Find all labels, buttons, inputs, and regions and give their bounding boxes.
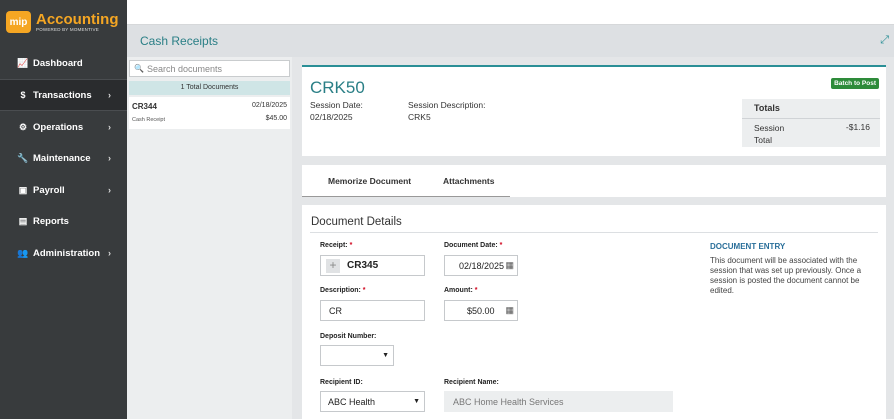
recipient-id-label: Recipient ID:	[320, 379, 363, 386]
page-header: Cash Receipts ⤢	[127, 25, 894, 57]
logo-title: Accounting	[36, 10, 119, 28]
document-id: CR344	[132, 102, 157, 111]
top-bar	[127, 0, 894, 25]
sidebar-item-label: Dashboard	[33, 57, 83, 69]
search-icon: 🔍	[134, 64, 144, 73]
sidebar-item-maintenance[interactable]: 🔧 Maintenance ›	[0, 142, 127, 174]
list-item[interactable]: CR344 02/18/2025 Cash Receipt $45.00	[129, 97, 290, 129]
recipient-name-field: ABC Home Health Services	[444, 391, 673, 412]
tabs-bar: Memorize Document Attachments	[302, 165, 886, 197]
totals-title: Totals	[754, 103, 780, 113]
tab-memorize-document[interactable]: Memorize Document	[328, 176, 411, 186]
document-date-value: 02/18/2025	[459, 260, 505, 271]
document-entry-title: DOCUMENT ENTRY	[710, 242, 786, 251]
chevron-right-icon: ›	[108, 185, 111, 195]
gears-icon: ⚙	[18, 121, 28, 132]
chevron-right-icon: ›	[108, 153, 111, 163]
amount-field[interactable]: $50.00 ▦	[444, 300, 518, 321]
total-documents-label: 1 Total Documents	[129, 81, 290, 95]
caret-down-icon: ▼	[413, 398, 420, 405]
chevron-right-icon: ›	[108, 122, 111, 132]
search-placeholder: Search documents	[146, 63, 223, 74]
amount-value: $50.00	[467, 305, 495, 316]
sidebar-item-label: Reports	[33, 215, 69, 227]
session-date-value: 02/18/2025	[310, 112, 353, 122]
receipt-field[interactable]: + CR345	[320, 255, 425, 276]
caret-down-icon: ▼	[382, 352, 389, 359]
app-logo[interactable]: mip Accounting POWERED BY MOMENTIVE	[0, 0, 127, 44]
recipient-name-label: Recipient Name:	[444, 379, 499, 386]
sidebar-item-label: Payroll	[33, 184, 65, 196]
recipient-name-value: ABC Home Health Services	[453, 396, 564, 407]
document-date-label: Document Date: *	[444, 242, 503, 249]
batch-to-post-button[interactable]: Batch to Post	[831, 78, 879, 89]
sidebar-item-payroll[interactable]: ▣ Payroll ›	[0, 174, 127, 206]
section-title: Document Details	[311, 216, 402, 228]
money-icon: ▣	[18, 184, 28, 195]
document-details-card: Document Details Receipt: * + CR345 Docu…	[302, 205, 886, 419]
calendar-icon[interactable]: ▦	[505, 260, 514, 271]
document-date-field[interactable]: 02/18/2025 ▦	[444, 255, 518, 276]
sidebar-item-label: Administration	[33, 247, 101, 259]
sidebar-item-reports[interactable]: ▤ Reports	[0, 205, 127, 237]
sidebar-item-label: Maintenance	[33, 152, 91, 164]
document-list-panel: 🔍 Search documents 1 Total Documents CR3…	[127, 57, 292, 419]
sidebar-item-administration[interactable]: 👥 Administration ›	[0, 237, 127, 269]
recipient-id-select[interactable]: ABC Health ▼	[320, 391, 425, 412]
chevron-right-icon: ›	[108, 248, 111, 258]
amount-label: Amount: *	[444, 287, 478, 294]
tab-attachments[interactable]: Attachments	[443, 176, 494, 186]
expand-icon[interactable]: ⤢	[880, 34, 889, 47]
recipient-id-value: ABC Health	[328, 396, 376, 407]
document-amount: $45.00	[265, 115, 287, 122]
session-total-value: -$1.16	[845, 122, 870, 132]
sidebar-item-label: Transactions	[33, 89, 92, 101]
users-icon: 👥	[17, 247, 29, 258]
sidebar-item-dashboard[interactable]: 📈 Dashboard	[0, 47, 127, 79]
sidebar: mip Accounting POWERED BY MOMENTIVE 📈 Da…	[0, 0, 127, 419]
dollar-icon: $	[20, 90, 26, 100]
search-input[interactable]: 🔍 Search documents	[129, 60, 290, 77]
receipt-label: Receipt: *	[320, 242, 353, 249]
document-entry-text: This document will be associated with th…	[710, 256, 862, 295]
sidebar-item-label: Operations	[33, 121, 84, 133]
description-field[interactable]: CR	[320, 300, 425, 321]
document-type: Cash Receipt	[132, 117, 166, 123]
session-card: CRK50 Session Date: 02/18/2025 Session D…	[302, 65, 886, 156]
plus-icon[interactable]: +	[326, 258, 340, 273]
description-value: CR	[329, 305, 342, 316]
sidebar-item-transactions[interactable]: $ Transactions ›	[0, 79, 127, 111]
session-date-label: Session Date:	[310, 100, 363, 110]
report-icon: ▤	[18, 215, 28, 226]
calculator-icon[interactable]: ▦	[505, 305, 514, 316]
sidebar-item-operations[interactable]: ⚙ Operations ›	[0, 111, 127, 143]
session-id: CRK50	[310, 78, 365, 97]
deposit-number-label: Deposit Number:	[320, 333, 377, 340]
receipt-value: CR345	[347, 260, 379, 271]
wrench-icon: 🔧	[17, 152, 29, 163]
totals-box: Totals Session Total -$1.16	[742, 99, 880, 147]
chart-line-icon: 📈	[17, 57, 29, 68]
logo-badge: mip	[6, 11, 31, 33]
logo-subtitle: POWERED BY MOMENTIVE	[36, 26, 99, 32]
chevron-right-icon: ›	[108, 90, 111, 100]
page-title: Cash Receipts	[140, 34, 219, 48]
session-description-label: Session Description:	[408, 100, 486, 110]
description-label: Description: *	[320, 287, 366, 294]
document-date: 02/18/2025	[251, 102, 287, 109]
session-description-value: CRK5	[408, 112, 431, 122]
session-total-label: Session Total	[754, 123, 785, 145]
deposit-number-select[interactable]: ▼	[320, 345, 394, 366]
